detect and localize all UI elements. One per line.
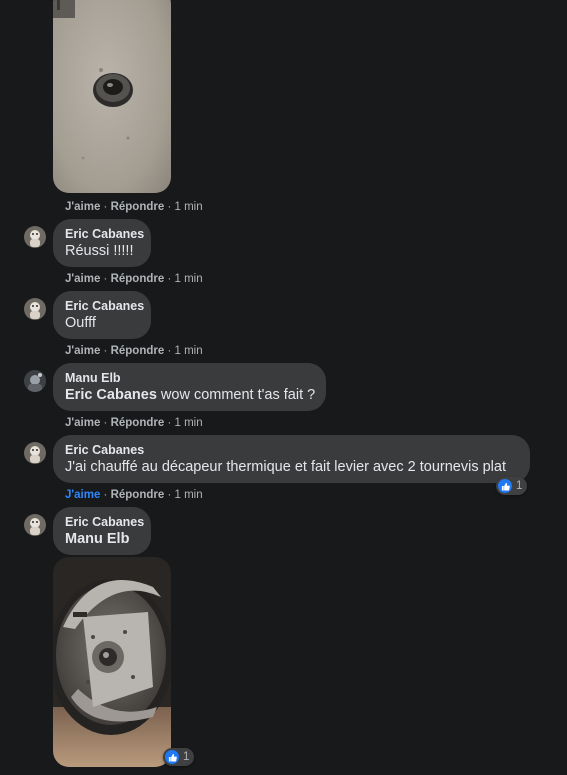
- reply-link[interactable]: Répondre: [111, 273, 165, 285]
- mention-link[interactable]: Manu Elb: [65, 530, 139, 549]
- comment-author[interactable]: Eric Cabanes: [65, 515, 144, 530]
- brake-photo-image: [53, 557, 171, 767]
- reply-link[interactable]: Répondre: [111, 489, 165, 501]
- comment-text: Oufff: [65, 315, 96, 331]
- reaction-count: 1: [516, 480, 523, 492]
- like-link[interactable]: J'aime: [65, 417, 100, 429]
- like-link[interactable]: J'aime: [65, 345, 100, 357]
- thumbs-up-icon: [498, 479, 512, 493]
- like-link[interactable]: J'aime: [65, 489, 100, 501]
- timestamp[interactable]: 1 min: [174, 345, 202, 357]
- avatar[interactable]: [24, 370, 46, 392]
- avatar-eric-icon: [24, 298, 46, 320]
- comment-text: J'ai chauffé au décapeur thermique et fa…: [65, 459, 506, 475]
- comment-actions: J'aime · Répondre · 1 min: [65, 201, 203, 213]
- comment-bubble: Eric Cabanes Manu Elb: [53, 507, 151, 555]
- comment-photo-brake[interactable]: [53, 557, 171, 767]
- comment-actions: J'aime · Répondre · 1 min: [65, 345, 203, 357]
- avatar-eric-icon: [24, 514, 46, 536]
- reaction-badge[interactable]: 1: [496, 477, 528, 495]
- comment-bubble: Eric Cabanes J'ai chauffé au décapeur th…: [53, 435, 530, 483]
- timestamp[interactable]: 1 min: [174, 273, 202, 285]
- reply-link[interactable]: Répondre: [111, 201, 165, 213]
- timestamp[interactable]: 1 min: [174, 489, 202, 501]
- comment-bubble: Eric Cabanes Réussi !!!!!: [53, 219, 151, 267]
- comment-bubble: Eric Cabanes Oufff: [53, 291, 151, 339]
- comment-author[interactable]: Eric Cabanes: [65, 299, 144, 314]
- avatar-eric-icon: [24, 442, 46, 464]
- comment-photo-bearing[interactable]: [53, 0, 171, 193]
- avatar-eric-icon: [24, 226, 46, 248]
- avatar-manu-icon: [24, 370, 46, 392]
- avatar[interactable]: [24, 298, 46, 320]
- comment-actions: J'aime · Répondre · 1 min: [65, 489, 203, 501]
- avatar[interactable]: [24, 226, 46, 248]
- mention-link[interactable]: Eric Cabanes: [65, 387, 157, 403]
- comment-text: Eric Cabanes wow comment t'as fait ?: [65, 387, 316, 403]
- avatar[interactable]: [24, 442, 46, 464]
- comment-author[interactable]: Eric Cabanes: [65, 443, 518, 458]
- comment-text: Réussi !!!!!: [65, 243, 134, 259]
- reply-link[interactable]: Répondre: [111, 417, 165, 429]
- like-link[interactable]: J'aime: [65, 273, 100, 285]
- comment-bubble: Manu Elb Eric Cabanes wow comment t'as f…: [53, 363, 326, 411]
- comment-author[interactable]: Manu Elb: [65, 371, 314, 386]
- reply-link[interactable]: Répondre: [111, 345, 165, 357]
- thumbs-up-icon: [165, 750, 179, 764]
- comment-actions: J'aime · Répondre · 1 min: [65, 273, 203, 285]
- like-link[interactable]: J'aime: [65, 201, 100, 213]
- reaction-badge[interactable]: 1: [163, 748, 195, 766]
- bearing-photo-image: [53, 0, 171, 193]
- timestamp[interactable]: 1 min: [174, 417, 202, 429]
- timestamp[interactable]: 1 min: [174, 201, 202, 213]
- comment-author[interactable]: Eric Cabanes: [65, 227, 144, 242]
- avatar[interactable]: [24, 514, 46, 536]
- comment-actions: J'aime · Répondre · 1 min: [65, 417, 203, 429]
- reaction-count: 1: [183, 751, 190, 763]
